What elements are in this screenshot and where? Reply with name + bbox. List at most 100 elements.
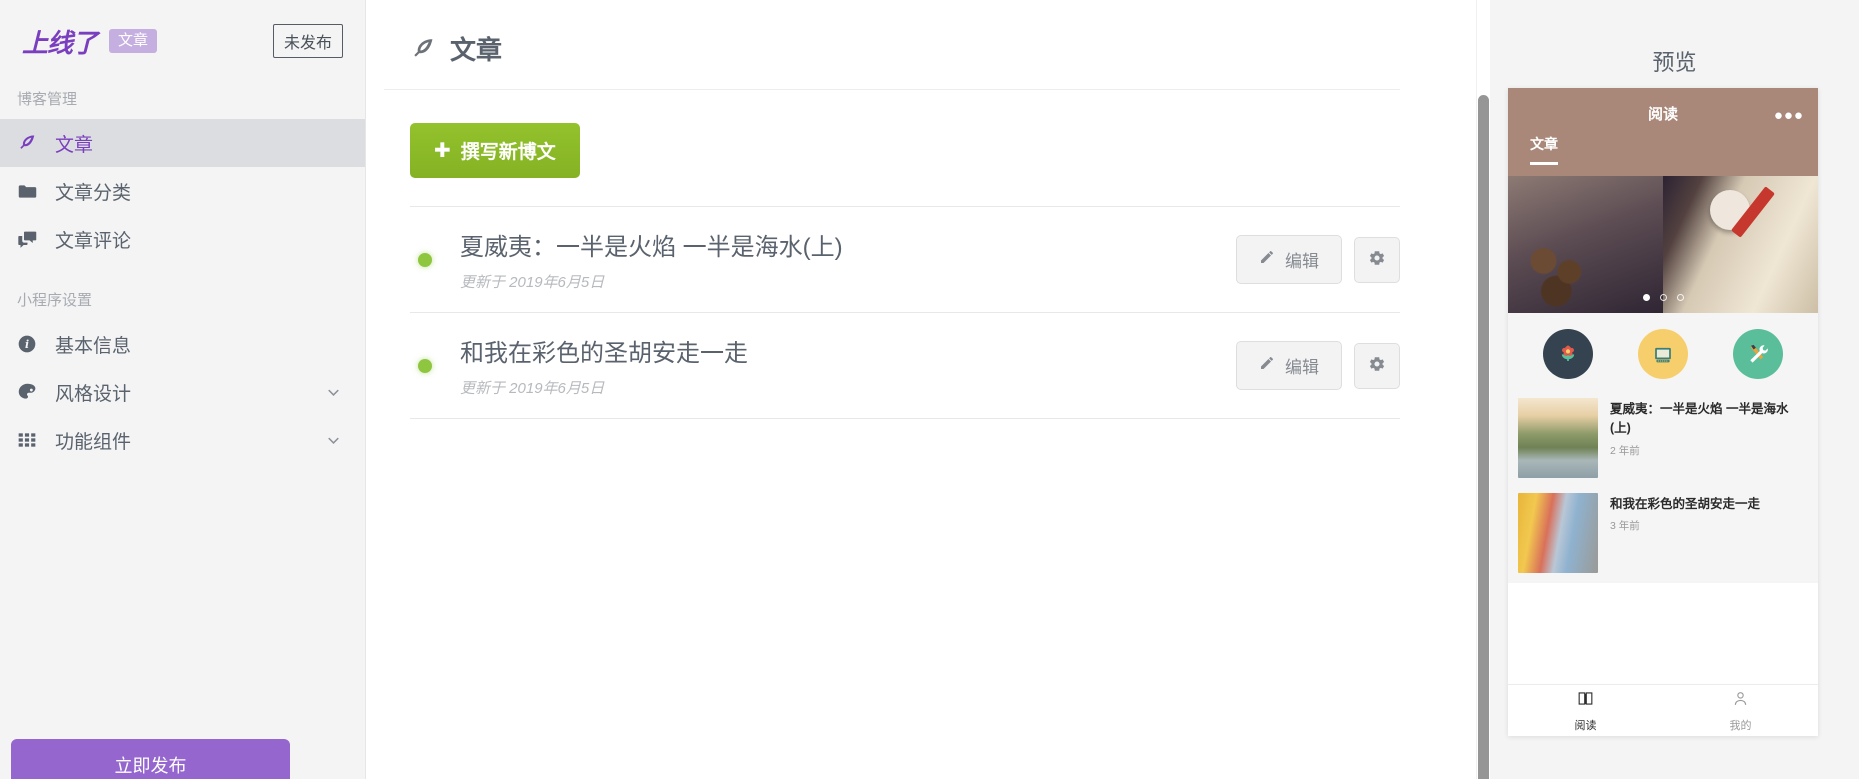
app-root: 上线了 文章 未发布 博客管理 文章 文章分类 文章评论 小程序设置 i 基本信…	[0, 0, 1859, 779]
sidebar-item-basic-info[interactable]: i 基本信息	[0, 320, 365, 368]
brand-logo[interactable]: 上线了	[22, 23, 98, 60]
publish-status-button[interactable]: 未发布	[272, 24, 343, 58]
sidebar-item-label: 功能组件	[55, 431, 132, 453]
table-row[interactable]: 和我在彩色的圣胡安走一走 更新于 2019年6月5日 编辑	[410, 313, 1400, 419]
tab-mine-label: 我的	[1729, 719, 1752, 732]
list-item[interactable]: 夏威夷：一半是火焰 一半是海水(上) 2 年前	[1518, 393, 1808, 488]
list-item-body: 夏威夷：一半是火焰 一半是海水(上) 2 年前	[1610, 398, 1808, 478]
carousel-dots	[1508, 294, 1818, 301]
new-post-button-label: 撰写新博文	[460, 142, 556, 163]
brand-badge: 文章	[109, 29, 158, 53]
edit-button[interactable]: 编辑	[1236, 235, 1342, 284]
tools-icon[interactable]	[1733, 329, 1784, 379]
sidebar-item-label: 基本信息	[55, 335, 132, 357]
chevron-down-icon[interactable]	[324, 431, 343, 450]
flower-icon[interactable]	[1542, 329, 1593, 379]
settings-button[interactable]	[1354, 342, 1400, 389]
new-post-wrap: ✚ 撰写新博文	[384, 90, 1430, 206]
pencil-icon	[1259, 355, 1275, 376]
list-item-title: 和我在彩色的圣胡安走一走	[1610, 497, 1761, 511]
phone-tab-articles[interactable]: 文章	[1530, 134, 1558, 165]
post-actions: 编辑	[1236, 341, 1400, 390]
tab-read-label: 阅读	[1574, 719, 1597, 732]
person-icon	[1731, 689, 1750, 713]
folder-icon	[17, 179, 45, 203]
list-item[interactable]: 和我在彩色的圣胡安走一走 3 年前	[1518, 488, 1808, 583]
page-header: 文章	[384, 18, 1400, 90]
book-icon	[1576, 689, 1595, 713]
edit-button[interactable]: 编辑	[1236, 341, 1342, 390]
pencil-icon	[1259, 249, 1275, 270]
gear-icon	[1368, 355, 1386, 376]
comments-icon	[17, 227, 45, 251]
sidebar-item-comments[interactable]: 文章评论	[0, 215, 365, 263]
post-meta: 更新于 2019年6月5日	[460, 380, 605, 397]
hero-photo	[1508, 176, 1818, 313]
edit-button-label: 编辑	[1285, 252, 1319, 271]
sidebar-item-posts[interactable]: 文章	[0, 119, 365, 167]
feather-icon	[410, 36, 436, 62]
article-thumbnail	[1518, 493, 1598, 573]
phone-appbar: 阅读 ●●● 文章	[1508, 88, 1818, 176]
post-actions: 编辑	[1236, 235, 1400, 284]
sidebar-footer: 立即发布	[11, 739, 290, 779]
main-scrollbar[interactable]	[1476, 0, 1490, 779]
phone-quick-icons	[1508, 313, 1818, 393]
post-meta: 更新于 2019年6月5日	[460, 274, 605, 291]
tv-icon[interactable]	[1637, 329, 1688, 379]
list-item-time: 3 年前	[1610, 520, 1640, 533]
table-row[interactable]: 夏威夷：一半是火焰 一半是海水(上) 更新于 2019年6月5日 编辑	[410, 207, 1400, 313]
section-label-blog: 博客管理	[17, 91, 78, 108]
status-badge	[418, 252, 432, 267]
grid-icon	[17, 428, 45, 452]
chevron-down-icon[interactable]	[324, 383, 343, 402]
edit-button-label: 编辑	[1285, 358, 1319, 377]
info-icon: i	[17, 332, 45, 356]
feather-icon	[17, 131, 45, 155]
preview-title: 预览	[1652, 50, 1697, 75]
post-list: 夏威夷：一半是火焰 一半是海水(上) 更新于 2019年6月5日 编辑 和我在彩…	[410, 206, 1400, 419]
carousel-dot[interactable]	[1642, 294, 1650, 301]
sidebar-item-label: 文章评论	[55, 230, 132, 252]
list-item-time: 2 年前	[1610, 444, 1640, 457]
new-post-button[interactable]: ✚ 撰写新博文	[410, 123, 580, 178]
post-title[interactable]: 夏威夷：一半是火焰 一半是海水(上)	[460, 227, 1220, 262]
gear-icon	[1368, 249, 1386, 270]
phone-appbar-title: 阅读	[1647, 106, 1678, 123]
phone-article-list: 夏威夷：一半是火焰 一半是海水(上) 2 年前 和我在彩色的圣胡安走一走 3 年…	[1508, 393, 1818, 583]
section-label-miniapp: 小程序设置	[17, 292, 93, 309]
sidebar-item-label: 文章分类	[55, 182, 132, 204]
phone-preview: 阅读 ●●● 文章 夏威夷：一半是火焰 一半是海水(上) 2 年前 和我在彩色的…	[1508, 88, 1818, 736]
post-main: 和我在彩色的圣胡安走一走 更新于 2019年6月5日	[460, 333, 1220, 398]
more-dots-icon[interactable]: ●●●	[1774, 107, 1804, 124]
plus-icon: ✚	[434, 139, 451, 162]
post-main: 夏威夷：一半是火焰 一半是海水(上) 更新于 2019年6月5日	[460, 227, 1220, 292]
carousel-dot[interactable]	[1676, 294, 1684, 301]
sidebar-item-components[interactable]: 功能组件	[0, 416, 365, 464]
scrollbar-thumb[interactable]	[1478, 95, 1489, 779]
phone-tabs: 文章	[1508, 124, 1818, 165]
status-badge	[418, 358, 432, 373]
list-item-body: 和我在彩色的圣胡安走一走 3 年前	[1610, 493, 1808, 573]
carousel-dot[interactable]	[1659, 294, 1667, 301]
article-thumbnail	[1518, 398, 1598, 478]
post-title[interactable]: 和我在彩色的圣胡安走一走	[460, 333, 1220, 368]
tab-read[interactable]: 阅读	[1508, 685, 1663, 736]
sidebar-item-label: 文章	[55, 134, 94, 156]
sidebar-item-style-design[interactable]: 风格设计	[0, 368, 365, 416]
publish-now-button[interactable]: 立即发布	[11, 739, 290, 779]
page-title: 文章	[450, 35, 503, 65]
svg-text:i: i	[25, 338, 29, 351]
sidebar: 上线了 文章 未发布 博客管理 文章 文章分类 文章评论 小程序设置 i 基本信…	[0, 0, 366, 779]
main-content: 文章 ✚ 撰写新博文 夏威夷：一半是火焰 一半是海水(上) 更新于 2019年6…	[366, 0, 1490, 779]
main-inner: 文章 ✚ 撰写新博文 夏威夷：一半是火焰 一半是海水(上) 更新于 2019年6…	[366, 0, 1490, 419]
phone-hero-carousel[interactable]	[1508, 176, 1818, 313]
tab-mine[interactable]: 我的	[1663, 685, 1818, 736]
sidebar-item-categories[interactable]: 文章分类	[0, 167, 365, 215]
brand-row: 上线了 文章 未发布	[0, 0, 365, 62]
sidebar-item-label: 风格设计	[55, 383, 132, 405]
settings-button[interactable]	[1354, 236, 1400, 283]
list-item-title: 夏威夷：一半是火焰 一半是海水(上)	[1610, 402, 1789, 436]
preview-pane: 预览 阅读 ●●● 文章 夏威夷：一半是火焰 一半是海水(上) 2 年前 和我在…	[1490, 0, 1859, 779]
palette-icon	[17, 380, 45, 404]
